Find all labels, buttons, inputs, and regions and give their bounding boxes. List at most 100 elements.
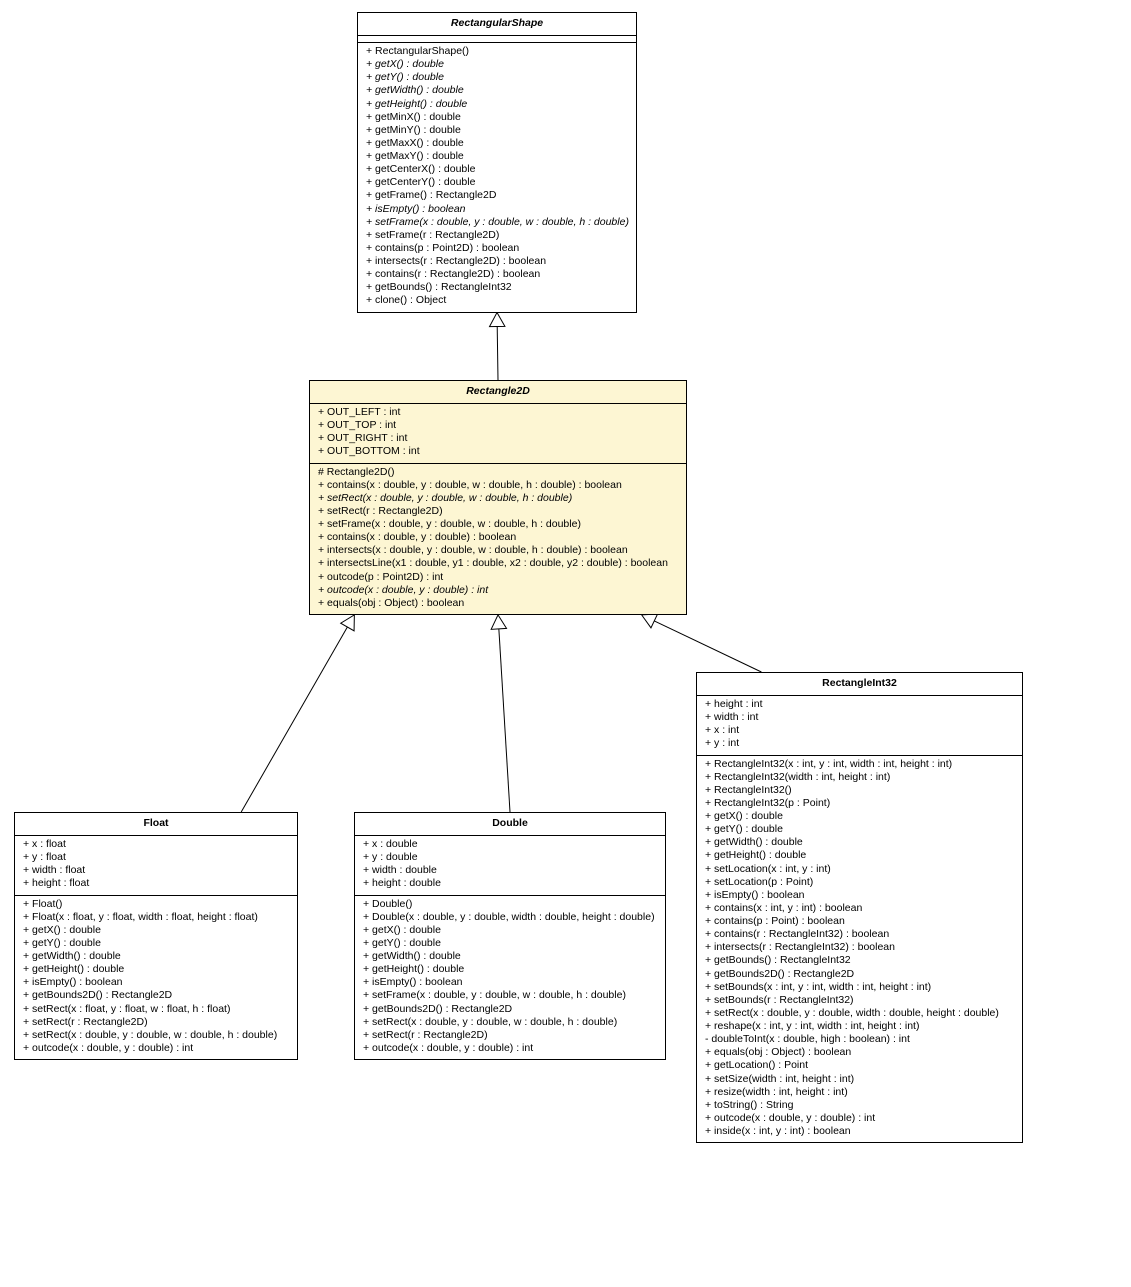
operation: + inside(x : int, y : int) : boolean <box>705 1125 1014 1138</box>
operation: + resize(width : int, height : int) <box>705 1086 1014 1099</box>
operation: + getMaxX() : double <box>366 137 628 150</box>
class-name: Rectangle2D <box>310 381 686 404</box>
operation: + getBounds2D() : Rectangle2D <box>23 989 289 1002</box>
operation: + equals(obj : Object) : boolean <box>318 597 678 610</box>
operation: + setBounds(x : int, y : int, width : in… <box>705 981 1014 994</box>
generalization-line <box>499 629 510 812</box>
operation: + isEmpty() : boolean <box>23 976 289 989</box>
operation: + getX() : double <box>366 58 628 71</box>
operation: + outcode(x : double, y : double) : int <box>705 1112 1014 1125</box>
operation: + equals(obj : Object) : boolean <box>705 1046 1014 1059</box>
operation: + contains(x : int, y : int) : boolean <box>705 902 1014 915</box>
operation: + getCenterX() : double <box>366 163 628 176</box>
operations-compartment: + Double()+ Double(x : double, y : doubl… <box>355 896 665 1060</box>
operation: + Double() <box>363 898 657 911</box>
operation: + contains(r : Rectangle2D) : boolean <box>366 268 628 281</box>
attributes-compartment: + OUT_LEFT : int+ OUT_TOP : int+ OUT_RIG… <box>310 404 686 464</box>
attribute: + height : float <box>23 877 289 890</box>
attributes-compartment: + x : double+ y : double+ width : double… <box>355 836 665 896</box>
operation: + contains(p : Point) : boolean <box>705 915 1014 928</box>
operation: + Float() <box>23 898 289 911</box>
operation: + getMinX() : double <box>366 111 628 124</box>
operation: + contains(r : RectangleInt32) : boolean <box>705 928 1014 941</box>
generalization-line <box>497 326 498 380</box>
operation: + getMaxY() : double <box>366 150 628 163</box>
attribute: + y : int <box>705 737 1014 750</box>
operation: + intersectsLine(x1 : double, y1 : doubl… <box>318 557 678 570</box>
attributes-compartment <box>358 36 636 43</box>
operation: + getWidth() : double <box>23 950 289 963</box>
attribute: + height : double <box>363 877 657 890</box>
generalization-arrowhead-icon <box>341 615 355 631</box>
operation: + setFrame(r : Rectangle2D) <box>366 229 628 242</box>
operation: + getMinY() : double <box>366 124 628 137</box>
operation: + getBounds() : RectangleInt32 <box>366 281 628 294</box>
operation: + outcode(x : double, y : double) : int <box>363 1042 657 1055</box>
operations-compartment: + RectangularShape()+ getX() : double + g… <box>358 43 636 312</box>
operation: + Double(x : double, y : double, width :… <box>363 911 657 924</box>
operations-compartment: # Rectangle2D()+ contains(x : double, y … <box>310 464 686 614</box>
uml-class-double: Double+ x : double+ y : double+ width : … <box>354 812 666 1060</box>
attribute: + y : float <box>23 851 289 864</box>
operation: + getCenterY() : double <box>366 176 628 189</box>
generalization-line <box>241 627 347 812</box>
class-name: Double <box>355 813 665 836</box>
operation: + setLocation(p : Point) <box>705 876 1014 889</box>
operation: + setRect(x : double, y : double, w : do… <box>363 1016 657 1029</box>
operation: + getX() : double <box>705 810 1014 823</box>
operation: + RectangleInt32(width : int, height : i… <box>705 771 1014 784</box>
operations-compartment: + RectangleInt32(x : int, y : int, width… <box>697 756 1022 1143</box>
attribute: + y : double <box>363 851 657 864</box>
uml-class-rectangle2d: Rectangle2D+ OUT_LEFT : int+ OUT_TOP : i… <box>309 380 687 615</box>
operation: + contains(p : Point2D) : boolean <box>366 242 628 255</box>
operation: + reshape(x : int, y : int, width : int,… <box>705 1020 1014 1033</box>
operation: + RectangleInt32(x : int, y : int, width… <box>705 758 1014 771</box>
operation: + RectangularShape() <box>366 45 628 58</box>
operation: - doubleToInt(x : double, high : boolean… <box>705 1033 1014 1046</box>
operation: + getBounds2D() : Rectangle2D <box>363 1003 657 1016</box>
operation: + setRect(x : float, y : float, w : floa… <box>23 1003 289 1016</box>
attributes-compartment: + height : int+ width : int+ x : int+ y … <box>697 696 1022 756</box>
attribute: + OUT_RIGHT : int <box>318 432 678 445</box>
operation: + getBounds() : RectangleInt32 <box>705 954 1014 967</box>
operation: + getY() : double <box>363 937 657 950</box>
operation: + intersects(x : double, y : double, w :… <box>318 544 678 557</box>
uml-class-rectangularshape: RectangularShape+ RectangularShape()+ ge… <box>357 12 637 313</box>
operation: + RectangleInt32() <box>705 784 1014 797</box>
operation: + getWidth() : double <box>705 836 1014 849</box>
attribute: + height : int <box>705 698 1014 711</box>
generalization-arrowhead-icon <box>490 313 505 327</box>
uml-class-float: Float+ x : float+ y : float+ width : flo… <box>14 812 298 1060</box>
operation: + setSize(width : int, height : int) <box>705 1073 1014 1086</box>
operation: + isEmpty() : boolean <box>363 976 657 989</box>
operation: + intersects(r : RectangleInt32) : boole… <box>705 941 1014 954</box>
operation: # Rectangle2D() <box>318 466 678 479</box>
class-name: Float <box>15 813 297 836</box>
generalization-arrowhead-icon <box>491 615 506 629</box>
operation: + getWidth() : double <box>363 950 657 963</box>
operation: + contains(x : double, y : double, w : d… <box>318 479 678 492</box>
operation: + getHeight() : double <box>363 963 657 976</box>
operation: + getWidth() : double <box>366 84 628 97</box>
attribute: + width : float <box>23 864 289 877</box>
operation: + outcode(x : double, y : double) : int <box>318 584 678 597</box>
operation: + getY() : double <box>705 823 1014 836</box>
operation: + setRect(x : double, y : double, width … <box>705 1007 1014 1020</box>
operation: + Float(x : float, y : float, width : fl… <box>23 911 289 924</box>
operation: + intersects(r : Rectangle2D) : boolean <box>366 255 628 268</box>
operation: + setRect(r : Rectangle2D) <box>23 1016 289 1029</box>
operation: + setRect(x : double, y : double, w : do… <box>318 492 678 505</box>
attribute: + OUT_LEFT : int <box>318 406 678 419</box>
operation: + setRect(r : Rectangle2D) <box>363 1029 657 1042</box>
attribute: + OUT_TOP : int <box>318 419 678 432</box>
operation: + setRect(r : Rectangle2D) <box>318 505 678 518</box>
operation: + getLocation() : Point <box>705 1059 1014 1072</box>
attribute: + x : int <box>705 724 1014 737</box>
operation: + getBounds2D() : Rectangle2D <box>705 968 1014 981</box>
operation: + toString() : String <box>705 1099 1014 1112</box>
operation: + RectangleInt32(p : Point) <box>705 797 1014 810</box>
operation: + setLocation(x : int, y : int) <box>705 863 1014 876</box>
generalization-arrowhead-icon <box>642 614 658 628</box>
operation: + outcode(x : double, y : double) : int <box>23 1042 289 1055</box>
operation: + getHeight() : double <box>705 849 1014 862</box>
